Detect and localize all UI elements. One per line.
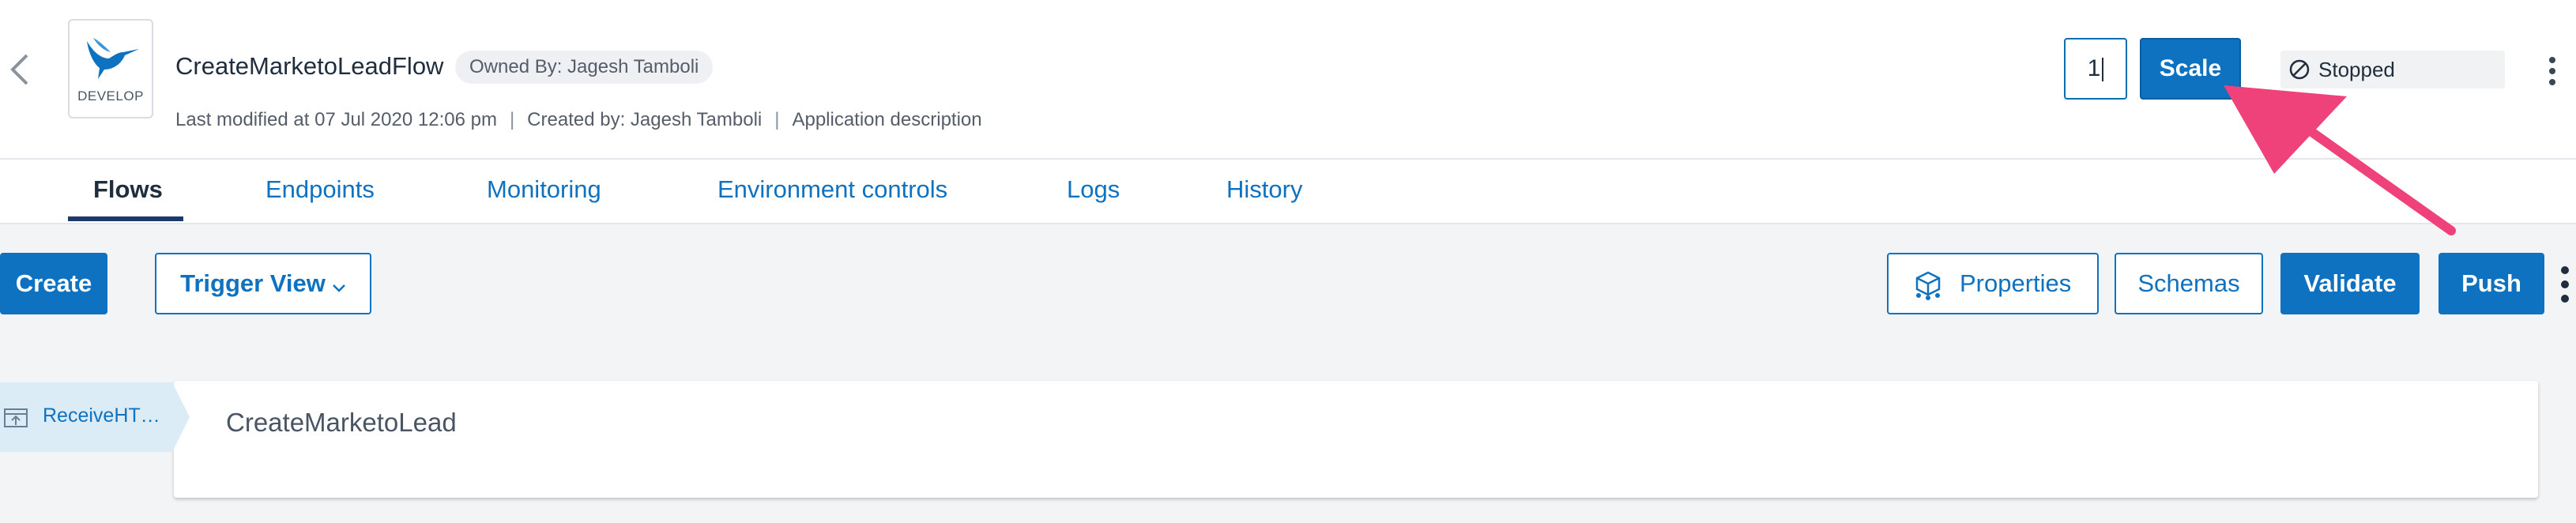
kebab-icon [2561, 266, 2569, 303]
tab-flows[interactable]: Flows [93, 175, 163, 204]
header-divider [0, 158, 2576, 160]
properties-icon [1915, 271, 1941, 300]
push-button[interactable]: Push [2439, 253, 2544, 314]
tab-logs[interactable]: Logs [1067, 175, 1120, 204]
chevron-down-icon [332, 256, 346, 314]
flow-card[interactable]: CreateMarketoLead [174, 381, 2538, 498]
kebab-icon [2549, 57, 2555, 85]
active-tab-indicator [68, 216, 183, 221]
created-by: Created by: Jagesh Tamboli [527, 109, 763, 130]
trigger-label: ReceiveHT… [43, 404, 160, 427]
tab-history[interactable]: History [1226, 175, 1302, 204]
app-description-link[interactable]: Application description [792, 109, 981, 130]
chevron-left-icon [10, 54, 28, 85]
flow-name[interactable]: CreateMarketoLead [226, 408, 457, 438]
owner-badge: Owned By: Jagesh Tamboli [455, 51, 714, 84]
properties-button[interactable]: Properties [1887, 253, 2099, 314]
schemas-button[interactable]: Schemas [2115, 253, 2263, 314]
create-button[interactable]: Create [0, 253, 107, 314]
app-icon: DEVELOP [68, 19, 153, 119]
flow-trigger-tag[interactable]: ReceiveHT… [0, 382, 190, 452]
last-modified: Last modified at 07 Jul 2020 12:06 pm [175, 109, 497, 130]
scale-instances-input[interactable]: 1 [2064, 38, 2127, 100]
app-meta: Last modified at 07 Jul 2020 12:06 pm | Cr… [175, 109, 982, 131]
text-caret [2102, 58, 2104, 82]
trigger-view-dropdown[interactable]: Trigger View [155, 253, 371, 314]
app-more-menu[interactable] [2546, 55, 2559, 87]
app-stage-label: DEVELOP [77, 88, 144, 103]
annotation-arrow [2224, 85, 2456, 235]
properties-label: Properties [1960, 269, 2072, 297]
back-button[interactable] [6, 52, 33, 87]
toolbar-more-menu[interactable] [2559, 261, 2571, 308]
tab-monitoring[interactable]: Monitoring [487, 175, 601, 204]
app-title: CreateMarketoLeadFlow [175, 52, 444, 80]
meta-separator: | [774, 109, 780, 130]
meta-separator: | [509, 109, 515, 130]
scale-value: 1 [2087, 55, 2101, 81]
tab-endpoints[interactable]: Endpoints [266, 175, 375, 204]
hummingbird-icon [87, 38, 139, 79]
tab-environment-controls[interactable]: Environment controls [717, 175, 947, 204]
validate-button[interactable]: Validate [2280, 253, 2420, 314]
http-trigger-icon [4, 408, 28, 427]
trigger-view-label: Trigger View [180, 269, 326, 297]
